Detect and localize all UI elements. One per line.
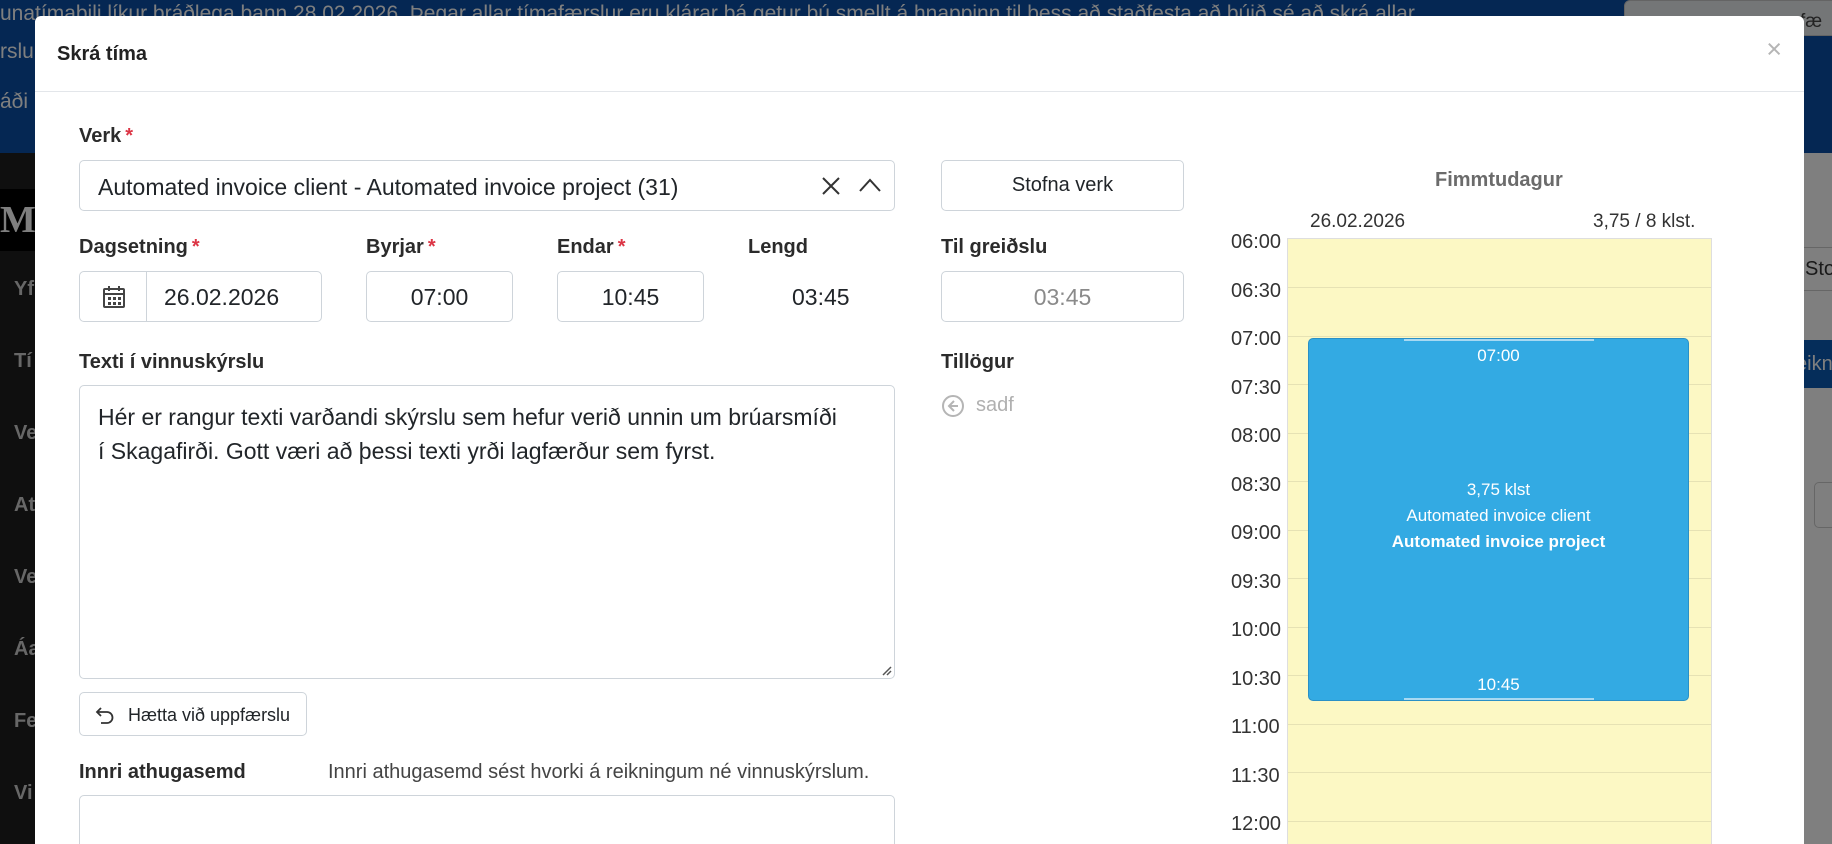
- calendar-time-label: 10:00: [1231, 619, 1282, 641]
- clear-icon[interactable]: [820, 175, 842, 197]
- date-input[interactable]: 26.02.2026: [164, 284, 279, 311]
- cancel-update-button[interactable]: Hætta við uppfærslu: [79, 692, 307, 736]
- required-marker: *: [125, 125, 134, 147]
- calendar-gridline: [1288, 821, 1711, 822]
- start-label-text: Byrjar: [366, 236, 424, 258]
- calendar-time-label: 06:30: [1231, 280, 1282, 302]
- calendar-time-label: 07:30: [1231, 377, 1282, 399]
- create-project-button[interactable]: Stofna verk: [941, 160, 1184, 211]
- calendar-weekday: Fimmtudagur: [1435, 169, 1563, 191]
- event-start-time: 07:00: [1477, 346, 1520, 365]
- required-marker: *: [427, 236, 436, 258]
- project-select-value: Automated invoice client - Automated inv…: [98, 174, 679, 200]
- undo-icon: [95, 707, 114, 724]
- calendar-gridline: [1288, 724, 1711, 725]
- length-label: Lengd: [748, 236, 808, 258]
- start-label: Byrjar *: [366, 236, 436, 259]
- calendar-gridline: [1288, 772, 1711, 773]
- modal-header: Skrá tíma ×: [35, 16, 1804, 92]
- calendar-gridline: [1288, 336, 1711, 337]
- billable-label: Til greiðslu: [941, 236, 1048, 258]
- report-text-label: Texti í vinnuskýrslu: [79, 351, 265, 373]
- required-marker: *: [617, 236, 626, 258]
- date-input-group[interactable]: 26.02.2026: [79, 271, 322, 322]
- calendar-time-label: 09:00: [1231, 522, 1282, 544]
- start-time-input[interactable]: 07:00: [366, 271, 513, 322]
- date-label-text: Dagsetning: [79, 236, 188, 258]
- chevron-up-icon[interactable]: [858, 177, 882, 193]
- event-resize-handle-bottom[interactable]: [1404, 698, 1594, 700]
- required-marker: *: [191, 236, 200, 258]
- end-label: Endar *: [557, 236, 625, 259]
- report-text-line: Hér er rangur texti varðandi skýrslu sem…: [98, 404, 837, 430]
- event-project: Automated invoice project: [1391, 532, 1606, 551]
- modal-title: Skrá tíma: [57, 43, 148, 65]
- suggestions-label: Tillögur: [941, 351, 1014, 373]
- calendar-time-label: 12:00: [1231, 813, 1282, 835]
- calendar-time-label: 06:00: [1231, 231, 1282, 253]
- cancel-update-label: Hætta við uppfærslu: [128, 705, 291, 725]
- internal-note-textarea[interactable]: [79, 795, 895, 844]
- calendar-event[interactable]: 07:00 3,75 klst Automated invoice client…: [1308, 338, 1689, 701]
- end-label-text: Endar: [557, 236, 614, 258]
- billable-input[interactable]: 03:45: [941, 271, 1184, 322]
- report-text-line: í Skagafirði. Gott væri að þessi texti y…: [98, 438, 716, 464]
- calendar-time-label: 08:30: [1231, 474, 1282, 496]
- calendar-time-label: 09:30: [1231, 571, 1282, 593]
- project-select[interactable]: Automated invoice client - Automated inv…: [79, 160, 895, 211]
- calendar-icon[interactable]: [80, 272, 147, 321]
- event-end-time: 10:45: [1477, 675, 1520, 694]
- project-label-text: Verk: [79, 125, 122, 147]
- internal-note-hint: Innri athugasemd sést hvorki á reikningu…: [328, 761, 870, 783]
- project-label: Verk *: [79, 125, 133, 148]
- calendar-hours-summary: 3,75 / 8 klst.: [1593, 211, 1696, 232]
- calendar-time-label: 10:30: [1231, 668, 1282, 690]
- suggestion-item[interactable]: sadf: [941, 392, 1031, 422]
- calendar-time-label: 07:00: [1231, 328, 1282, 350]
- report-text-area[interactable]: Hér er rangur texti varðandi skýrslu sem…: [79, 385, 895, 679]
- event-client: Automated invoice client: [1406, 506, 1591, 525]
- calendar-gridline: [1288, 287, 1711, 288]
- event-resize-handle-top[interactable]: [1404, 339, 1594, 341]
- calendar-time-label: 11:30: [1231, 765, 1280, 787]
- resize-handle-icon[interactable]: [880, 664, 892, 676]
- calendar-date: 26.02.2026: [1310, 211, 1406, 232]
- close-icon[interactable]: ×: [1766, 36, 1782, 63]
- internal-note-label: Innri athugasemd: [79, 761, 246, 783]
- suggestion-text: sadf: [976, 394, 1014, 416]
- end-time-input[interactable]: 10:45: [557, 271, 704, 322]
- arrow-left-circle-icon: [942, 395, 964, 417]
- time-entry-modal: Skrá tíma × Verk * Automated invoice clie…: [35, 16, 1804, 844]
- length-value: 03:45: [792, 284, 850, 310]
- calendar-time-label: 11:00: [1231, 716, 1280, 738]
- calendar-time-label: 08:00: [1231, 425, 1282, 447]
- date-label: Dagsetning *: [79, 236, 200, 259]
- event-duration: 3,75 klst: [1466, 480, 1531, 499]
